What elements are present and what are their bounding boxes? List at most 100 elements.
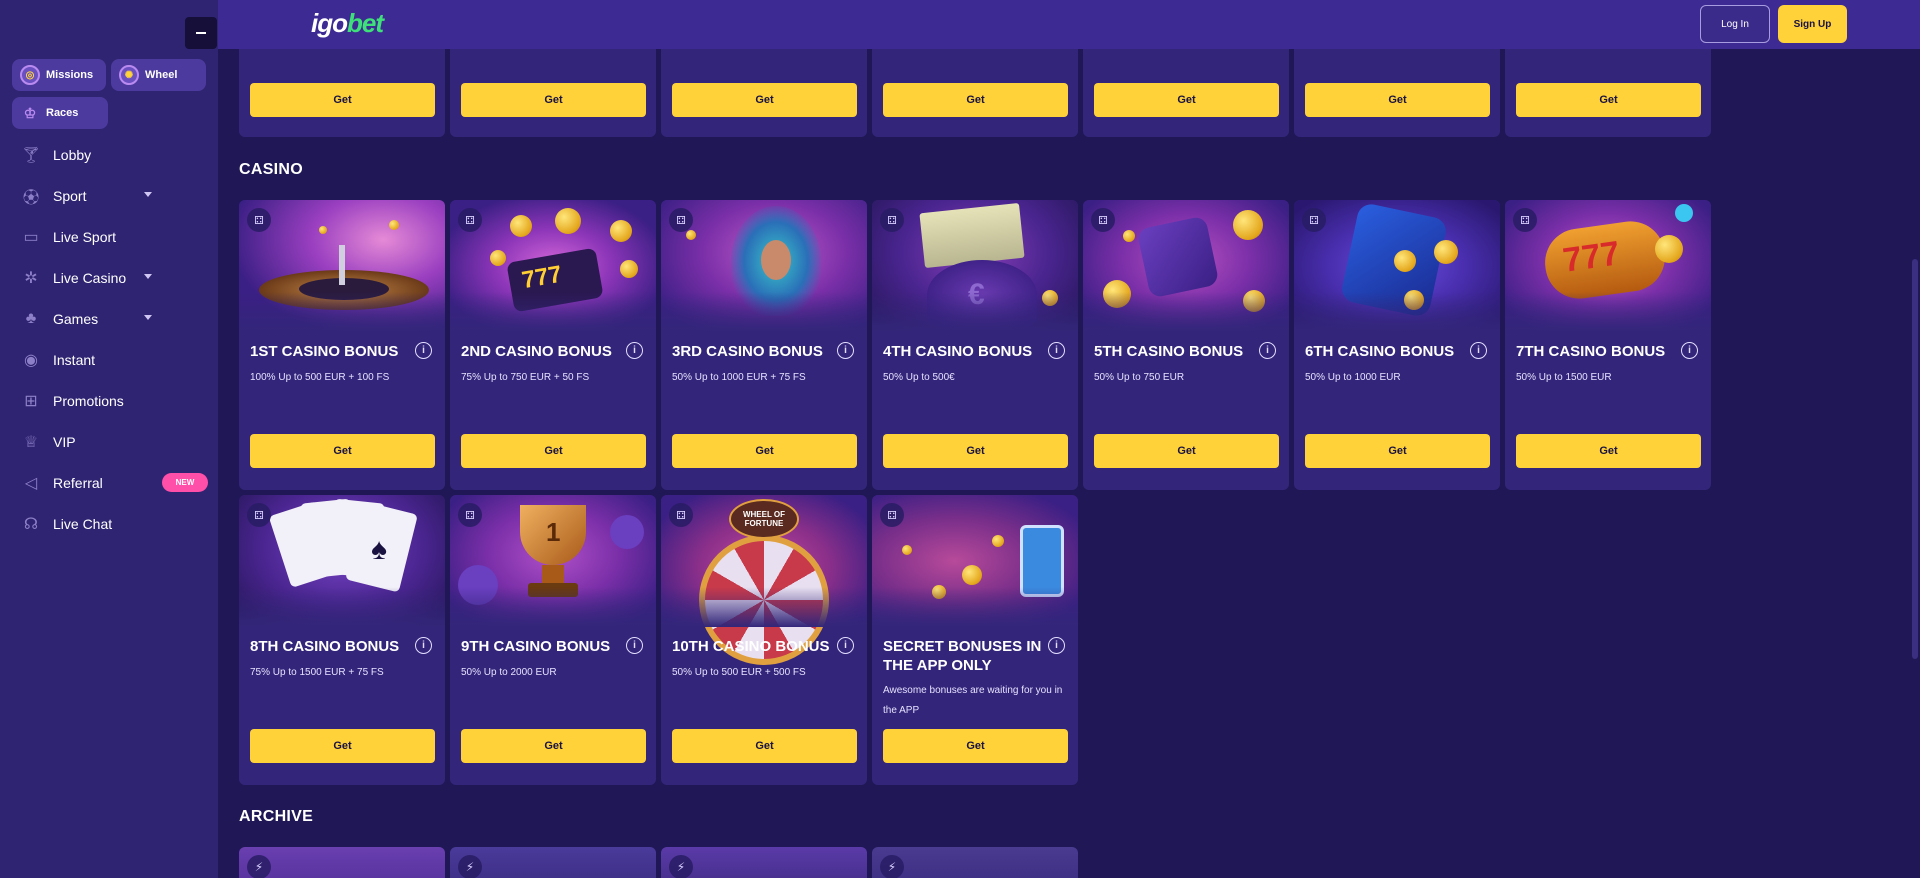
bonus-card-stub: Get [1505,49,1711,137]
info-icon[interactable]: i [415,637,432,654]
dice-icon: ⚃ [458,208,482,232]
tv-icon: ▭ [23,228,39,246]
bonus-title: 5TH CASINO BONUS [1094,343,1244,360]
get-button[interactable]: Get [461,729,646,763]
casino-bonus-card[interactable]: ⚃ 3RD CASINO BONUS i 50% Up to 1000 EUR … [661,200,867,490]
archive-card[interactable]: ⚡︎ [872,847,1078,878]
sidebar-item-sport[interactable]: ⚽︎ Sport [0,175,218,216]
casino-bonus-card[interactable]: 777 ⚃ 7TH CASINO BONUS i 50% Up to 1500 … [1505,200,1711,490]
info-icon[interactable]: i [415,342,432,359]
casino-bonus-card[interactable]: ⚃ 5TH CASINO BONUS i 50% Up to 750 EUR G… [1083,200,1289,490]
bonus-title: 6TH CASINO BONUS [1305,343,1455,360]
main-content: Get Get Get Get Get Get Get CASINO ⚃ 1ST… [218,49,1920,878]
info-icon[interactable]: i [626,342,643,359]
sidebar-item-games[interactable]: ♣ Games [0,298,218,339]
get-button[interactable]: Get [672,83,857,117]
dice-icon: ⚃ [458,503,482,527]
get-button[interactable]: Get [1305,83,1490,117]
info-icon[interactable]: i [1259,342,1276,359]
sidebar-item-vip[interactable]: ♕ VIP [0,421,218,462]
info-icon[interactable]: i [837,637,854,654]
bonus-description: 50% Up to 500 EUR + 500 FS [672,667,806,678]
signup-button[interactable]: Sign Up [1778,5,1847,43]
sidebar-item-lobby[interactable]: 🍸︎ Lobby [0,134,218,175]
get-button[interactable]: Get [883,434,1068,468]
casino-bonus-card[interactable]: 1 ⚃ 9TH CASINO BONUS i 50% Up to 2000 EU… [450,495,656,785]
bonus-title: 10TH CASINO BONUS [672,638,830,655]
dice-icon: ⚃ [669,208,693,232]
get-button[interactable]: Get [1094,434,1279,468]
casino-bonus-card[interactable]: ⚃ 1ST CASINO BONUS i 100% Up to 500 EUR … [239,200,445,490]
info-icon[interactable]: i [837,342,854,359]
sidebar-item-live-casino[interactable]: ✲ Live Casino [0,257,218,298]
igobet-logo[interactable]: igobet [311,8,384,39]
spade-icon: ♠ [371,533,387,566]
sidebar-item-promotions[interactable]: ⊞ Promotions [0,380,218,421]
get-button[interactable]: Get [250,434,435,468]
get-button[interactable]: Get [250,83,435,117]
bonus-description: 50% Up to 2000 EUR [461,667,557,678]
sidebar-item-label: Games [53,310,99,327]
sidebar-item-live-chat[interactable]: ☊ Live Chat [0,503,218,544]
casino-bonus-card[interactable]: 777 ⚃ 2ND CASINO BONUS i 75% Up to 750 E… [450,200,656,490]
casino-bonus-card[interactable]: ⚃ SECRET BONUSES IN THE APP ONLY i Aweso… [872,495,1078,785]
wheel-of-fortune-sign: WHEEL OF FORTUNE [729,499,799,539]
get-button[interactable]: Get [1516,83,1701,117]
bonus-description: 50% Up to 1500 EUR [1516,372,1612,383]
sidebar-nav: 🍸︎ Lobby ⚽︎ Sport ▭ Live Sport ✲ Live Ca… [0,134,218,544]
get-button[interactable]: Get [1516,434,1701,468]
casino-bonus-card[interactable]: ⚃ 6TH CASINO BONUS i 50% Up to 1000 EUR … [1294,200,1500,490]
get-button[interactable]: Get [461,83,646,117]
dice-icon: ⚃ [880,208,904,232]
info-icon[interactable]: i [1048,342,1065,359]
get-button[interactable]: Get [1094,83,1279,117]
wheel-label: Wheel [145,69,178,81]
get-button[interactable]: Get [883,83,1068,117]
get-button[interactable]: Get [461,434,646,468]
sidebar-item-label: Instant [53,351,96,368]
archive-card[interactable]: ⚡︎ [450,847,656,878]
page-scrollbar[interactable] [1910,49,1920,878]
scrollbar-thumb[interactable] [1912,259,1918,659]
football-icon: ⚽︎ [22,189,39,207]
get-button[interactable]: Get [883,729,1068,763]
info-icon[interactable]: i [1048,637,1065,654]
login-button[interactable]: Log In [1700,5,1770,43]
bonus-title: 3RD CASINO BONUS [672,343,823,360]
bonus-title: 7TH CASINO BONUS [1516,343,1666,360]
get-button[interactable]: Get [250,729,435,763]
roulette-icon: ✲ [24,269,38,287]
wheel-button[interactable]: ✺ Wheel [111,59,206,91]
info-icon[interactable]: i [1681,342,1698,359]
missions-button[interactable]: ◎ Missions [12,59,106,91]
bonus-description: 75% Up to 750 EUR + 50 FS [461,372,590,383]
bonus-title: 9TH CASINO BONUS [461,638,611,655]
get-button[interactable]: Get [672,729,857,763]
bonus-card-stub: Get [661,49,867,137]
sidebar-item-live-sport[interactable]: ▭ Live Sport [0,216,218,257]
bonus-description: 75% Up to 1500 EUR + 75 FS [250,667,384,678]
dice-icon: ⚃ [1302,208,1326,232]
sidebar-item-referral[interactable]: ◁ Referral NEW [0,462,218,503]
casino-bonus-card[interactable]: WHEEL OF FORTUNE ⚃ 10TH CASINO BONUS i 5… [661,495,867,785]
bonus-card-stub: Get [450,49,656,137]
casino-bonus-card[interactable]: € ⚃ 4TH CASINO BONUS i 50% Up to 500€ Ge… [872,200,1078,490]
sidebar-item-instant[interactable]: ◉ Instant [0,339,218,380]
target-icon: ◉ [24,351,38,369]
races-button[interactable]: ♔ Races [12,97,108,129]
lightning-icon: ⚡︎ [669,855,693,878]
sidebar-collapse-button[interactable] [185,17,217,49]
sidebar-item-label: Lobby [53,146,92,163]
archive-card[interactable]: ⚡︎ [661,847,867,878]
sidebar-item-label: Referral [53,474,103,491]
info-icon[interactable]: i [1470,342,1487,359]
section-title-casino: CASINO [239,161,304,178]
get-button[interactable]: Get [1305,434,1490,468]
casino-bonus-card[interactable]: ♠ ⚃ 8TH CASINO BONUS i 75% Up to 1500 EU… [239,495,445,785]
info-icon[interactable]: i [626,637,643,654]
top-header: igobet Log In Sign Up [218,0,1920,49]
get-button[interactable]: Get [672,434,857,468]
dice-icon: ⚃ [669,503,693,527]
bonus-description: 50% Up to 500€ [883,372,955,383]
archive-card[interactable]: ⚡︎ [239,847,445,878]
